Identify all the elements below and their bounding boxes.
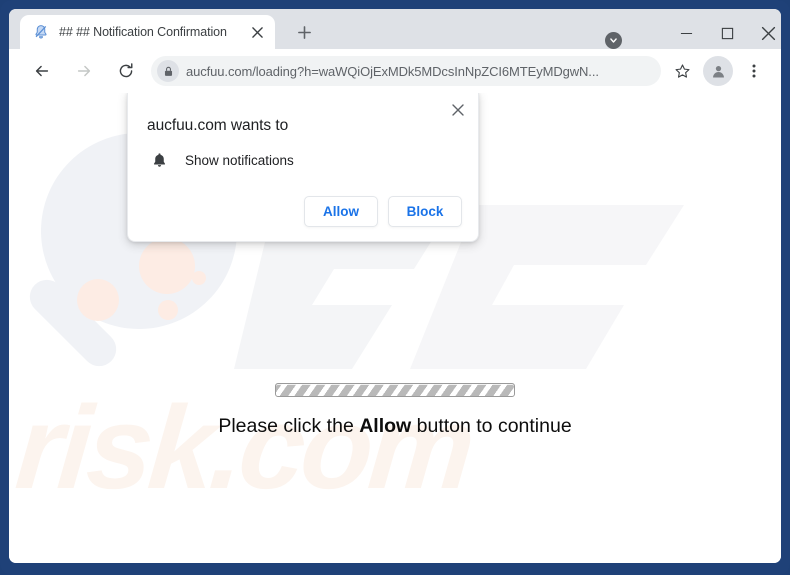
screenshot-frame: ## ## Notification Confirmation aucfuu.c…: [0, 0, 790, 575]
dialog-actions: Allow Block: [146, 196, 462, 227]
message-suffix: button to continue: [411, 415, 572, 437]
permission-row: Show notifications: [146, 150, 462, 170]
browser-window: ## ## Notification Confirmation aucfuu.c…: [9, 9, 781, 563]
lock-icon[interactable]: [157, 60, 179, 82]
watermark-dot: [158, 300, 178, 320]
watermark-dot: [77, 279, 119, 321]
page-viewport: risk.com Please click the Allow button t…: [9, 93, 781, 563]
watermark-dot: [139, 238, 195, 294]
browser-titlebar: ## ## Notification Confirmation: [9, 9, 781, 49]
message-emphasis: Allow: [359, 415, 412, 437]
window-minimize-button[interactable]: [664, 17, 709, 49]
tab-close-icon[interactable]: [247, 22, 267, 42]
allow-button[interactable]: Allow: [304, 196, 378, 227]
window-close-button[interactable]: [746, 17, 781, 49]
chevron-down-icon[interactable]: [605, 32, 622, 49]
dialog-title: aucfuu.com wants to: [147, 117, 289, 134]
profile-avatar-icon[interactable]: [703, 56, 733, 86]
watermark-dot: [192, 271, 206, 285]
address-bar[interactable]: aucfuu.com/loading?h=waWQiOjExMDk5MDcsIn…: [151, 56, 661, 86]
page-instruction-text: Please click the Allow button to continu…: [9, 415, 781, 438]
permission-label: Show notifications: [185, 152, 294, 168]
window-maximize-button[interactable]: [705, 17, 750, 49]
brand-watermark: risk.com: [11, 382, 477, 514]
new-tab-button[interactable]: [291, 19, 317, 45]
progress-bar-container: [9, 383, 781, 397]
address-bar-url: aucfuu.com/loading?h=waWQiOjExMDk5MDcsIn…: [186, 63, 599, 79]
tab-title: ## ## Notification Confirmation: [59, 25, 227, 39]
close-icon[interactable]: [446, 98, 470, 122]
browser-toolbar: aucfuu.com/loading?h=waWQiOjExMDk5MDcsIn…: [9, 49, 781, 93]
back-arrow-icon[interactable]: [27, 56, 57, 86]
loading-progress-bar: [275, 383, 515, 397]
block-button[interactable]: Block: [388, 196, 462, 227]
three-dot-menu-icon[interactable]: [739, 56, 769, 86]
browser-tab-active[interactable]: ## ## Notification Confirmation: [20, 15, 275, 49]
forward-arrow-icon[interactable]: [69, 56, 99, 86]
message-prefix: Please click the: [218, 415, 360, 437]
notification-permission-dialog: aucfuu.com wants to Show notifications A…: [127, 93, 479, 242]
bookmark-star-icon[interactable]: [667, 56, 697, 86]
reload-icon[interactable]: [111, 56, 141, 86]
bell-blocked-icon: [32, 23, 50, 41]
bell-icon: [149, 150, 169, 170]
